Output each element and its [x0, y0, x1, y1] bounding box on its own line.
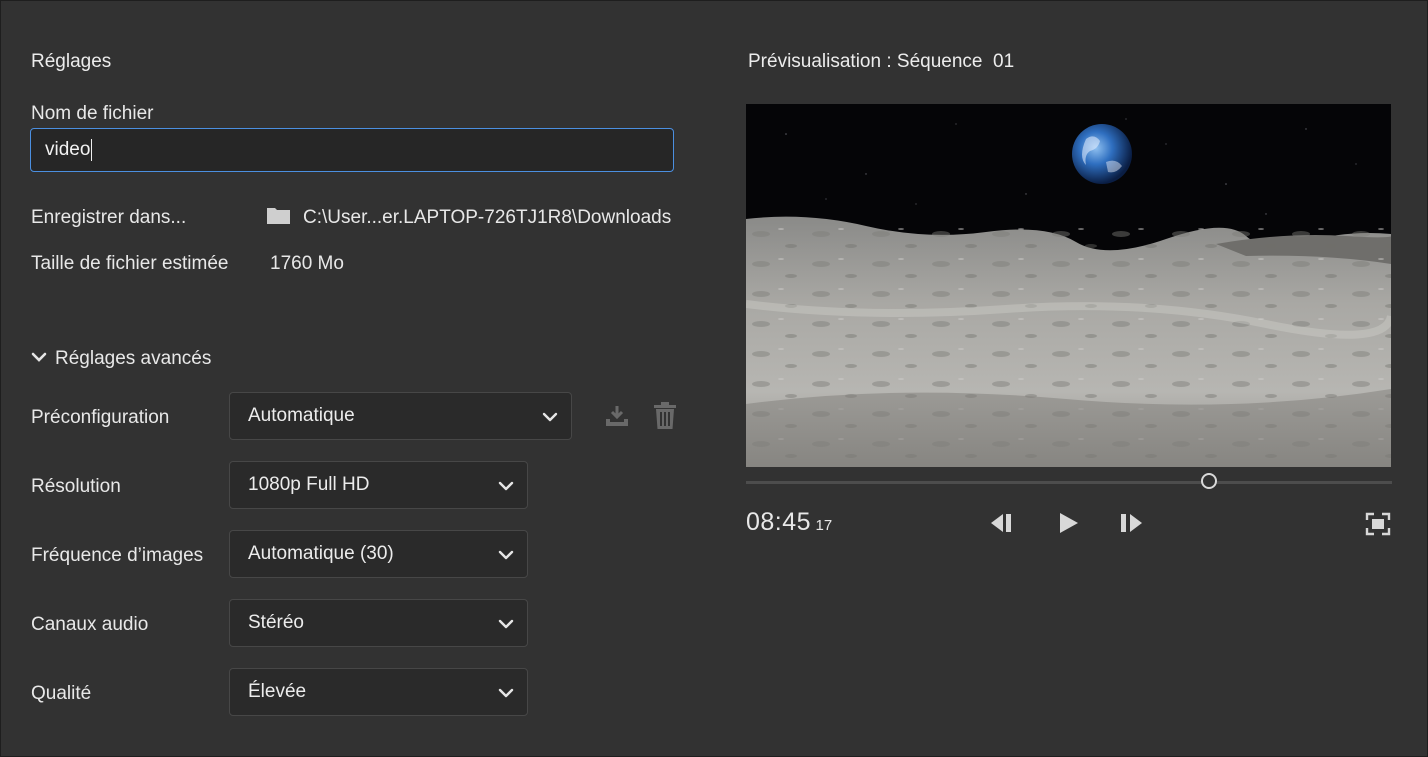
timecode: 08:45 17 [746, 508, 832, 537]
framerate-label: Fréquence d’images [31, 545, 204, 566]
step-back-icon[interactable] [988, 511, 1016, 535]
filename-value: video [45, 139, 91, 160]
audio-channels-value: Stéréo [248, 612, 304, 633]
chevron-down-icon [498, 619, 514, 629]
preview-title: Prévisualisation : Séquence 01 [748, 51, 1015, 72]
save-in-path[interactable]: C:\User...er.LAPTOP-726TJ1R8\Downloads [303, 207, 671, 229]
resolution-value: 1080p Full HD [248, 474, 370, 495]
chevron-down-icon [498, 481, 514, 491]
timeline-track[interactable] [746, 481, 1392, 484]
preset-value: Automatique [248, 405, 355, 426]
filename-label: Nom de fichier [31, 103, 154, 124]
chevron-down-icon [498, 688, 514, 698]
preview-video-frame [746, 104, 1391, 467]
save-preset-icon[interactable] [604, 403, 630, 429]
advanced-settings-toggle[interactable]: Réglages avancés [31, 346, 221, 372]
audio-channels-label: Canaux audio [31, 614, 149, 635]
settings-title: Réglages [31, 51, 112, 72]
quality-value: Élevée [248, 681, 307, 702]
step-forward-icon[interactable] [1118, 511, 1146, 535]
quality-label: Qualité [31, 683, 92, 704]
chevron-down-icon [542, 412, 558, 422]
trash-icon[interactable] [653, 402, 677, 430]
fullscreen-icon[interactable] [1365, 512, 1391, 536]
timecode-frame: 17 [815, 517, 833, 534]
quality-select[interactable]: Élevée [229, 668, 528, 716]
resolution-select[interactable]: 1080p Full HD [229, 461, 528, 509]
chevron-down-icon [31, 352, 47, 362]
play-icon[interactable] [1056, 510, 1082, 536]
filename-input[interactable]: video [30, 128, 674, 172]
text-caret [91, 138, 93, 161]
filesize-label: Taille de fichier estimée [31, 253, 229, 274]
folder-icon[interactable] [266, 204, 292, 226]
framerate-select[interactable]: Automatique (30) [229, 530, 528, 578]
save-in-label: Enregistrer dans... [31, 207, 187, 228]
preset-select[interactable]: Automatique [229, 392, 572, 440]
timecode-main: 08:45 [746, 508, 812, 536]
moon-landscape-image [746, 104, 1391, 467]
framerate-value: Automatique (30) [248, 543, 394, 564]
advanced-settings-label: Réglages avancés [55, 348, 212, 369]
preset-label: Préconfiguration [31, 407, 170, 428]
resolution-label: Résolution [31, 476, 121, 497]
chevron-down-icon [498, 550, 514, 560]
filesize-value: 1760 Mo [270, 253, 344, 274]
audio-channels-select[interactable]: Stéréo [229, 599, 528, 647]
